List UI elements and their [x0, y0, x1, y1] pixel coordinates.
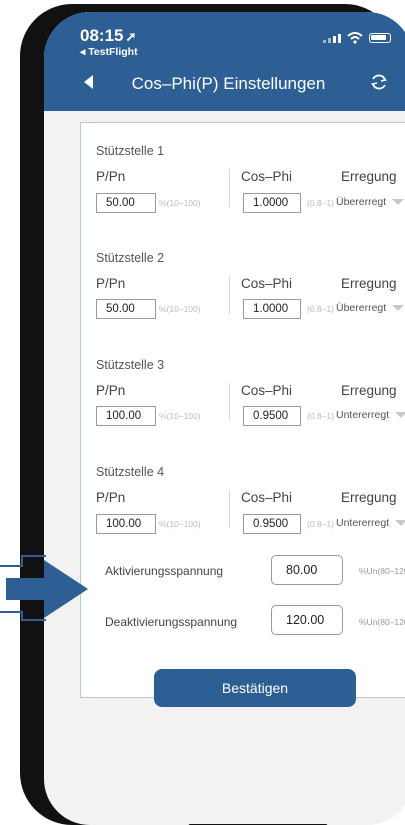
deactivation-voltage-hint: %Un(80–120): [359, 617, 405, 627]
erregung-dropdown[interactable]: Übererregt: [336, 302, 405, 314]
erregung-value: Übererregt: [336, 196, 387, 208]
cos-phi-input[interactable]: 1.0000: [243, 299, 301, 319]
erregung-dropdown[interactable]: Übererregt: [336, 196, 405, 208]
p-range-hint: %(10–100): [159, 411, 201, 421]
cos-phi-label: Cos–Phi: [241, 276, 293, 291]
cos-phi-input[interactable]: 1.0000: [243, 193, 301, 213]
stuetzstelle-2-title: Stützstelle 2: [96, 251, 165, 265]
cos-range-hint: (0.8–1): [307, 304, 334, 314]
activation-voltage-label: Aktivierungsspannung: [105, 564, 224, 578]
settings-card: Stützstelle 1 P/Pn Cos–Phi Erregung 50.0…: [80, 122, 405, 698]
page-title: Cos–Phi(P) Einstellungen: [131, 74, 326, 93]
pointer-arrow-icon: [0, 555, 88, 621]
cos-phi-label: Cos–Phi: [241, 383, 293, 398]
erregung-label: Erregung: [341, 383, 397, 398]
activation-voltage-input[interactable]: 80.00: [271, 555, 343, 585]
erregung-dropdown[interactable]: Untererregt: [336, 517, 405, 529]
refresh-icon[interactable]: [369, 72, 389, 92]
column-divider: [229, 383, 230, 421]
caret-down-icon: [395, 412, 405, 418]
caret-down-icon: [392, 305, 405, 311]
cos-phi-label: Cos–Phi: [241, 490, 293, 505]
location-arrow-icon: ➚: [125, 29, 137, 44]
erregung-value: Übererregt: [336, 302, 387, 314]
p-pn-input[interactable]: 100.00: [96, 406, 156, 426]
p-range-hint: %(10–100): [159, 304, 201, 314]
signal-icon: [323, 33, 341, 43]
wifi-icon: [347, 32, 363, 44]
top-bar: 08:15 ➚ ◂ TestFlight Cos–Phi(P) Einstellu…: [44, 12, 405, 111]
erregung-dropdown[interactable]: Untererregt: [336, 409, 405, 421]
status-icons: [323, 32, 391, 44]
column-divider: [229, 490, 230, 528]
confirm-button[interactable]: Bestätigen: [154, 669, 356, 707]
cos-range-hint: (0.8–1): [307, 198, 334, 208]
cos-phi-input[interactable]: 0.9500: [243, 514, 301, 534]
p-pn-input[interactable]: 50.00: [96, 299, 156, 319]
cos-phi-input[interactable]: 0.9500: [243, 406, 301, 426]
status-time: 08:15 ➚: [80, 26, 137, 45]
erregung-label: Erregung: [341, 169, 397, 184]
erregung-label: Erregung: [341, 276, 397, 291]
erregung-value: Untererregt: [336, 409, 390, 421]
deactivation-voltage-label: Deaktivierungsspannung: [105, 615, 238, 629]
deactivation-voltage-input[interactable]: 120.00: [271, 605, 343, 635]
erregung-value: Untererregt: [336, 517, 390, 529]
stuetzstelle-4-title: Stützstelle 4: [96, 465, 165, 479]
stuetzstelle-3-title: Stützstelle 3: [96, 358, 165, 372]
back-to-app-link[interactable]: ◂ TestFlight: [80, 46, 138, 58]
erregung-label: Erregung: [341, 490, 397, 505]
p-pn-input[interactable]: 50.00: [96, 193, 156, 213]
back-to-app-label: TestFlight: [88, 46, 138, 58]
p-pn-label: P/Pn: [96, 490, 126, 505]
p-pn-label: P/Pn: [96, 169, 126, 184]
p-pn-label: P/Pn: [96, 383, 126, 398]
column-divider: [229, 276, 230, 314]
p-range-hint: %(10–100): [159, 198, 201, 208]
battery-icon: [369, 33, 391, 43]
cos-phi-label: Cos–Phi: [241, 169, 293, 184]
caret-down-icon: [392, 199, 405, 205]
phone-frame: 08:15 ➚ ◂ TestFlight Cos–Phi(P) Einstellu…: [20, 4, 405, 825]
caret-down-icon: [395, 520, 405, 526]
cos-range-hint: (0.8–1): [307, 411, 334, 421]
stuetzstelle-1-title: Stützstelle 1: [96, 144, 165, 158]
app-screen: 08:15 ➚ ◂ TestFlight Cos–Phi(P) Einstellu…: [44, 12, 405, 825]
p-pn-label: P/Pn: [96, 276, 126, 291]
p-range-hint: %(10–100): [159, 519, 201, 529]
column-divider: [229, 169, 230, 207]
p-pn-input[interactable]: 100.00: [96, 514, 156, 534]
activation-voltage-hint: %Un(80–120): [359, 566, 405, 576]
cos-range-hint: (0.8–1): [307, 519, 334, 529]
